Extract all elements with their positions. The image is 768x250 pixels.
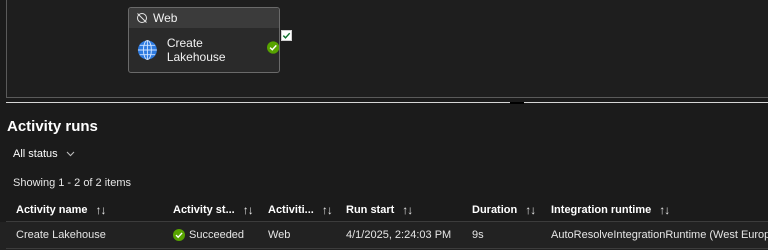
column-header-activity-type[interactable]: Activiti... ↑↓: [268, 203, 333, 217]
sort-icon[interactable]: ↑↓: [96, 203, 107, 217]
column-header-integration-runtime[interactable]: Integration runtime ↑↓: [551, 203, 670, 217]
column-label: Integration runtime: [551, 204, 652, 216]
cell-run-start: 4/1/2025, 2:24:03 PM: [346, 229, 452, 241]
cell-integration-runtime: AutoResolveIntegrationRuntime (West Euro…: [551, 229, 768, 241]
sort-icon[interactable]: ↑↓: [402, 203, 413, 217]
success-check-icon: [266, 40, 279, 54]
table-header: Activity name ↑↓ Activity st... ↑↓ Activ…: [0, 199, 768, 221]
web-unlinked-icon: [137, 13, 147, 23]
success-check-icon: [173, 229, 185, 241]
node-type-label: Web: [153, 11, 178, 25]
cell-activity-status: Succeeded: [173, 229, 244, 241]
pipeline-canvas[interactable]: Web Create Lakehouse: [6, 0, 768, 98]
splitter-handle[interactable]: [510, 102, 524, 104]
column-header-duration[interactable]: Duration ↑↓: [472, 203, 536, 217]
splitter-line-left: [6, 102, 510, 103]
table-row[interactable]: Create Lakehouse Succeeded Web 4/1/2025,…: [0, 222, 768, 250]
column-label: Duration: [472, 204, 518, 216]
sort-icon[interactable]: ↑↓: [525, 203, 536, 217]
status-text: Succeeded: [189, 229, 245, 241]
web-activity-node[interactable]: Web Create Lakehouse: [128, 7, 280, 73]
status-filter-label: All status: [13, 148, 58, 160]
column-header-activity-status[interactable]: Activity st... ↑↓: [173, 203, 254, 217]
sort-icon[interactable]: ↑↓: [659, 203, 670, 217]
column-label: Activiti...: [268, 204, 314, 216]
status-filter-dropdown[interactable]: All status: [13, 148, 75, 160]
cell-activity-type: Web: [268, 229, 291, 241]
column-label: Activity name: [16, 204, 88, 216]
row-divider: [6, 248, 768, 249]
globe-icon: [137, 40, 157, 60]
sort-icon[interactable]: ↑↓: [243, 203, 254, 217]
checkmark-icon: [282, 32, 291, 39]
pane-splitter[interactable]: [6, 102, 768, 104]
column-label: Run start: [346, 204, 395, 216]
splitter-line-right: [524, 102, 768, 103]
cell-duration: 9s: [472, 229, 484, 241]
activity-runs-title: Activity runs: [7, 118, 98, 135]
items-count-text: Showing 1 - 2 of 2 items: [13, 177, 132, 189]
sort-icon[interactable]: ↑↓: [322, 203, 333, 217]
node-select-checkbox[interactable]: [281, 30, 292, 41]
cell-activity-name[interactable]: Create Lakehouse: [16, 229, 106, 241]
column-header-run-start[interactable]: Run start ↑↓: [346, 203, 413, 217]
column-label: Activity st...: [173, 204, 235, 216]
column-header-activity-name[interactable]: Activity name ↑↓: [16, 203, 107, 217]
node-activity-label: Create Lakehouse: [166, 36, 226, 64]
chevron-down-icon: [66, 151, 75, 157]
node-header: Web: [129, 8, 279, 28]
